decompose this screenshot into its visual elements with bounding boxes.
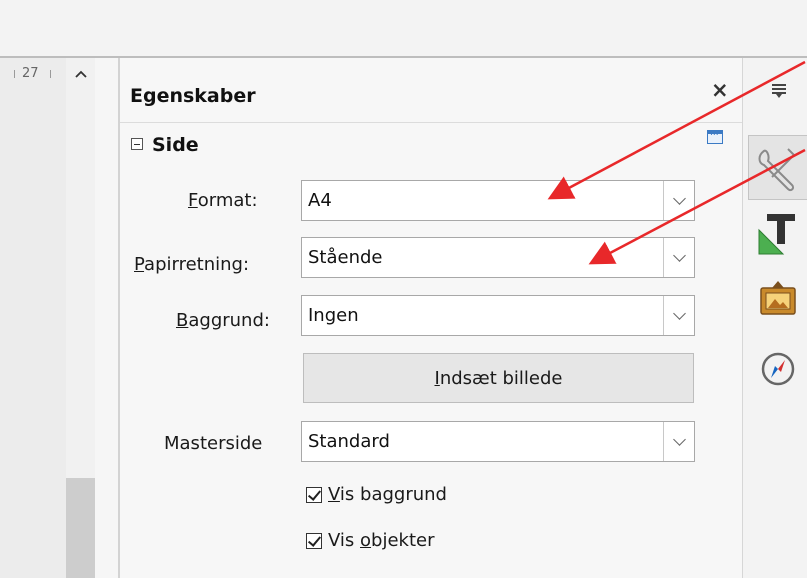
panel-divider [120,122,742,123]
format-value: A4 [308,190,332,211]
ruler-number: 27 [22,66,39,81]
format-dropdown[interactable]: A4 [301,180,695,221]
document-area [0,58,67,578]
scrollbar-thumb[interactable] [66,478,95,578]
checkbox-checked[interactable] [306,486,322,503]
panel-title: Egenskaber [130,85,256,107]
background-dropdown[interactable]: Ingen [301,295,695,336]
background-value: Ingen [308,305,359,326]
orientation-dropdown[interactable]: Stående [301,237,695,278]
sidebar-splitter[interactable] [95,58,119,578]
checkbox-checked[interactable] [306,532,322,549]
scroll-up-icon[interactable] [66,62,95,86]
format-label: Format: [188,190,258,211]
master-page-label: Masterside [164,433,263,454]
orientation-label: Papirretning: [134,254,250,275]
master-page-dropdown[interactable]: Standard [301,421,695,462]
chevron-down-icon[interactable] [663,238,694,277]
window-top-bar [0,0,807,57]
properties-icon[interactable] [754,143,800,195]
section-title[interactable]: Side [152,134,199,156]
chevron-down-icon[interactable] [663,422,694,461]
show-background-label: Vis baggrund [328,484,447,505]
chevron-down-icon[interactable] [663,296,694,335]
insert-image-button[interactable]: Indsæt billede [303,353,694,403]
collapse-section-icon[interactable] [131,138,143,150]
show-objects-label: Vis objekter [328,530,435,551]
gallery-icon[interactable] [758,278,798,318]
navigator-icon[interactable] [760,351,796,387]
ruler-tick [14,70,15,78]
more-options-icon[interactable] [707,128,723,144]
background-label: Baggrund: [176,310,270,331]
master-page-value: Standard [308,431,390,452]
ruler-tick [50,70,51,78]
show-background-checkbox[interactable]: Vis baggrund [306,484,447,505]
chevron-down-icon[interactable] [663,181,694,220]
close-icon[interactable]: × [711,78,729,102]
show-objects-checkbox[interactable]: Vis objekter [306,530,435,551]
styles-icon[interactable] [757,210,799,256]
sidebar-menu-icon[interactable] [772,84,786,98]
orientation-value: Stående [308,247,383,268]
